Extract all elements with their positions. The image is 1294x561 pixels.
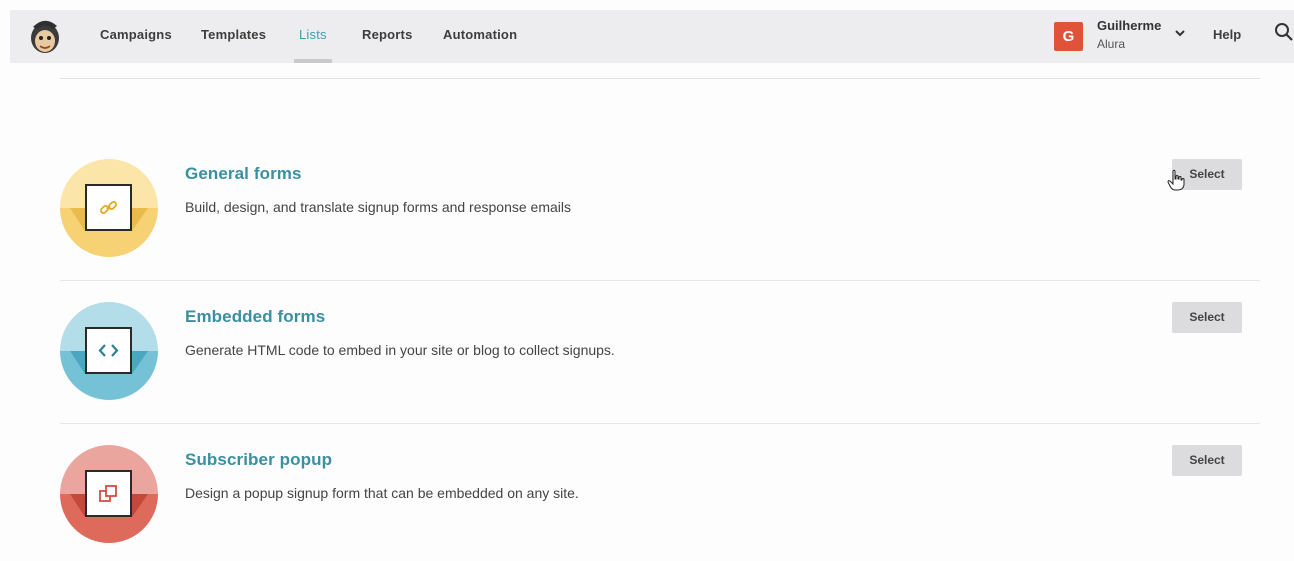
freddie-monkey-logo-icon[interactable]: [28, 17, 62, 55]
nav-reports[interactable]: Reports: [362, 27, 413, 42]
general-forms-title[interactable]: General forms: [185, 164, 302, 184]
embedded-forms-title[interactable]: Embedded forms: [185, 307, 325, 327]
active-tab-indicator: [294, 59, 332, 63]
subscriber-popup-description: Design a popup signup form that can be e…: [185, 485, 579, 501]
link-icon: [100, 201, 117, 214]
embedded-forms-badge: [60, 302, 158, 400]
avatar[interactable]: G: [1054, 22, 1083, 51]
nav-automation[interactable]: Automation: [443, 27, 517, 42]
section-divider: [60, 78, 1260, 79]
popup-icon: [99, 485, 117, 502]
form-option-popup: Subscriber popup Design a popup signup f…: [60, 423, 1260, 561]
general-forms-badge: [60, 159, 158, 257]
select-subscriber-popup-button[interactable]: Select: [1172, 445, 1242, 476]
subscriber-popup-badge: [60, 445, 158, 543]
nav-templates[interactable]: Templates: [201, 27, 266, 42]
form-option-embedded: Embedded forms Generate HTML code to emb…: [60, 280, 1260, 423]
embedded-forms-description: Generate HTML code to embed in your site…: [185, 342, 615, 358]
help-link[interactable]: Help: [1213, 27, 1241, 42]
page: Campaigns Templates Lists Reports Automa…: [0, 0, 1294, 561]
hand-cursor-icon: [1167, 169, 1185, 191]
nav-campaigns[interactable]: Campaigns: [100, 27, 172, 42]
select-embedded-forms-button[interactable]: Select: [1172, 302, 1242, 333]
nav-lists[interactable]: Lists: [299, 27, 327, 42]
subscriber-popup-title[interactable]: Subscriber popup: [185, 450, 332, 470]
user-name[interactable]: Guilherme: [1097, 18, 1161, 33]
user-org[interactable]: Alura: [1097, 37, 1125, 51]
search-icon[interactable]: [1274, 22, 1294, 42]
code-icon: [98, 344, 119, 357]
general-forms-description: Build, design, and translate signup form…: [185, 199, 571, 215]
row-divider: [60, 423, 1260, 424]
form-option-general: General forms Build, design, and transla…: [60, 137, 1260, 280]
top-nav: Campaigns Templates Lists Reports Automa…: [10, 10, 1294, 63]
chevron-down-icon[interactable]: [1172, 25, 1188, 41]
row-divider: [60, 280, 1260, 281]
